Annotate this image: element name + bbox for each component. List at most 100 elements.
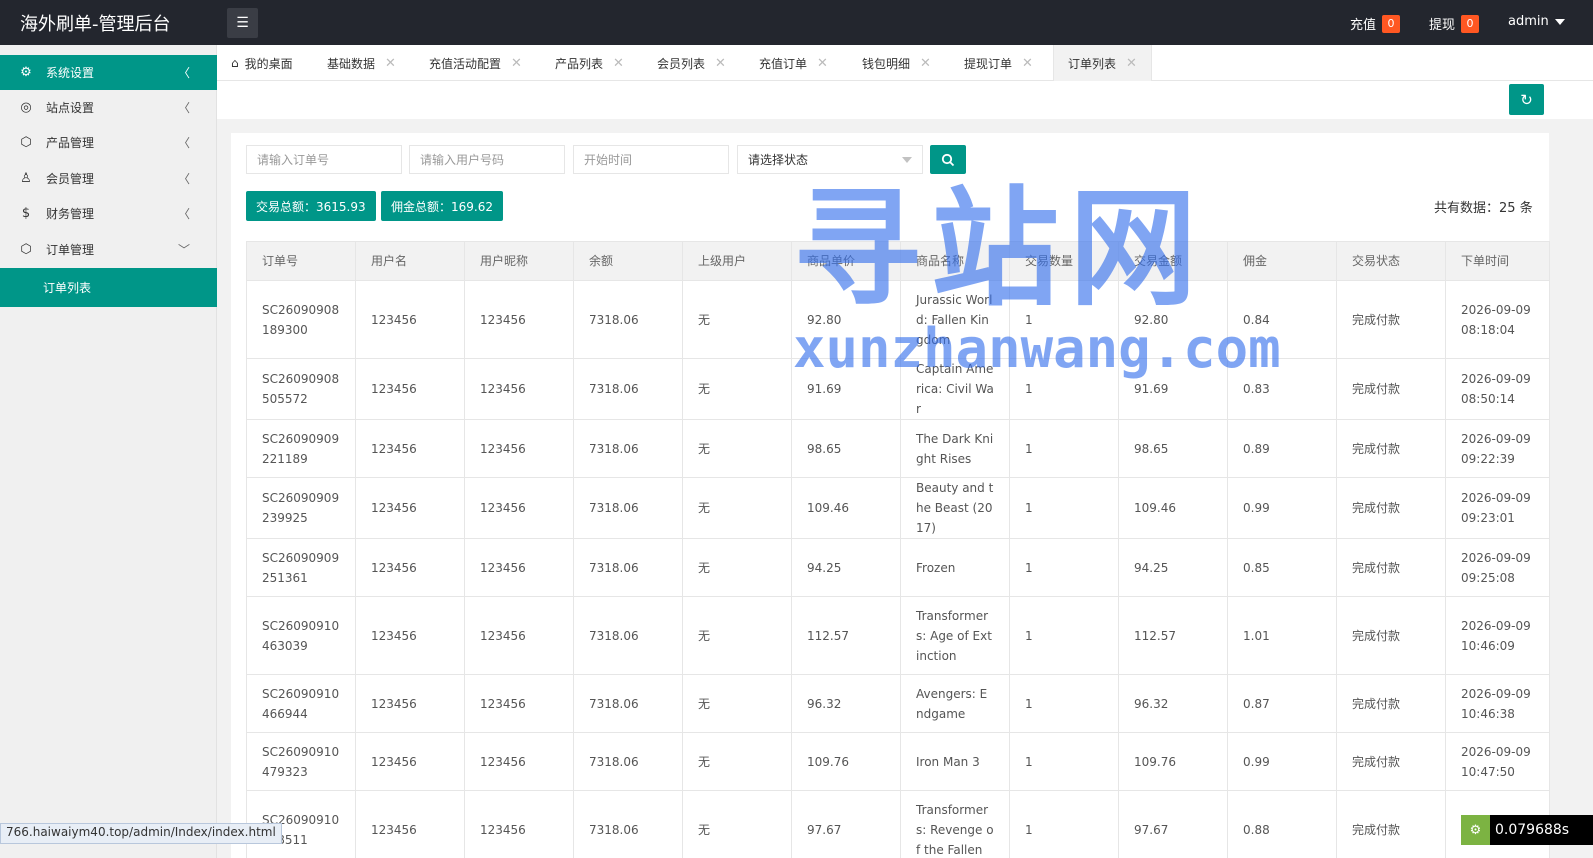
table-cell: 7318.06 [573,358,683,420]
hamburger-icon: ☰ [236,15,249,31]
close-icon[interactable]: ✕ [1022,56,1033,71]
table-row[interactable]: SC26090910463039 123456 123456 7318.06 无 112.… [246,596,1550,675]
table-cell: 无 [682,732,792,791]
close-icon[interactable]: ✕ [511,56,522,71]
table-cell: Jurassic World: Fallen Kingdom [900,280,1010,359]
table-cell: 96.32 [1118,674,1228,733]
tab-recharge-activity[interactable]: 充值活动配置 ✕ [429,45,522,81]
table-cell: 123456 [355,280,465,359]
close-icon[interactable]: ✕ [613,56,624,71]
table-cell: 97.67 [1118,790,1228,858]
table-row[interactable]: SC26090910488511 123456 123456 7318.06 无 97.6… [246,790,1550,858]
table-cell: SC26090909251361 [246,538,356,597]
table-cell: 1 [1009,419,1119,478]
table-row[interactable]: SC26090909221189 123456 123456 7318.06 无 98.6… [246,419,1550,478]
status-select[interactable]: 请选择状态 [737,145,923,174]
sidebar-item-product-management[interactable]: ⬡ 产品管理 〈 [0,125,217,160]
table-cell: 123456 [355,674,465,733]
column-header: 交易状态 [1336,241,1446,281]
tab-basic-data[interactable]: 基础数据 ✕ [327,45,396,81]
start-time-input[interactable]: 开始时间 [573,145,729,174]
user-menu[interactable]: admin [1508,14,1565,29]
phone-input[interactable]: 请输入用户号码 [409,145,565,174]
table-cell: 123456 [464,419,574,478]
tab-member-list[interactable]: 会员列表 ✕ [657,45,726,81]
tab-bar: ⌂ 我的桌面 基础数据 ✕ 充值活动配置 ✕ 产品列表 ✕ 会员列表 ✕ 充值订单 ✕ 钱… [217,45,1593,81]
close-icon[interactable]: ✕ [817,56,828,71]
table-row[interactable]: SC26090910479323 123456 123456 7318.06 无 109.… [246,732,1550,791]
search-icon [941,153,955,166]
sidebar-item-site-settings[interactable]: ◎ 站点设置 〈 [0,90,217,125]
table-cell: 91.69 [791,358,901,420]
sidebar-item-finance-management[interactable]: $ 财务管理 〈 [0,196,217,231]
sidebar-item-system-settings[interactable]: ⚙ 系统设置 〈 [0,55,217,90]
tab-order-list[interactable]: 订单列表 ✕ [1053,45,1152,81]
table-cell: 123456 [355,358,465,420]
close-icon[interactable]: ✕ [920,56,931,71]
table-cell: 1 [1009,358,1119,420]
table-cell: 1 [1009,280,1119,359]
table-row[interactable]: SC26090910466944 123456 123456 7318.06 无 96.3… [246,674,1550,733]
table-cell: 123456 [464,674,574,733]
table-cell: 91.69 [1118,358,1228,420]
search-button[interactable] [930,145,966,174]
recharge-notice[interactable]: 充值 0 [1350,14,1401,33]
column-header: 订单号 [246,241,356,281]
table-cell: 完成付款 [1336,790,1446,858]
trade-total-button[interactable]: 交易总额：3615.93 [246,191,376,221]
tab-desktop[interactable]: ⌂ 我的桌面 [231,45,293,81]
table-cell: 7318.06 [573,419,683,478]
withdraw-notice[interactable]: 提现 0 [1429,14,1480,33]
table-cell: 123456 [355,538,465,597]
tab-withdraw-orders[interactable]: 提现订单 ✕ [964,45,1033,81]
commission-total-button[interactable]: 佣金总额：169.62 [381,191,503,221]
table-cell: 123456 [355,732,465,791]
refresh-icon: ↻ [1520,90,1533,109]
menu-toggle-button[interactable]: ☰ [227,8,258,38]
table-cell: 1.01 [1227,596,1337,675]
table-cell: Transformers: Revenge of the Fallen [900,790,1010,858]
table-cell: 1 [1009,538,1119,597]
table-cell: 109.46 [791,477,901,539]
sidebar-item-order-management[interactable]: ⬡ 订单管理 ﹀ [0,232,217,267]
table-cell: Captain America: Civil War [900,358,1010,420]
refresh-button[interactable]: ↻ [1509,84,1544,115]
table-cell: 109.76 [1118,732,1228,791]
close-icon[interactable]: ✕ [1126,56,1137,71]
table-cell: 7318.06 [573,732,683,791]
table-cell: 无 [682,280,792,359]
column-header: 用户名 [355,241,465,281]
cube-icon: ⬡ [20,135,32,150]
dollar-icon: $ [21,206,31,221]
table-cell: 完成付款 [1336,358,1446,420]
table-cell: 2026-09-09 10:46:38 [1445,674,1550,733]
close-icon[interactable]: ✕ [715,56,726,71]
tab-product-list[interactable]: 产品列表 ✕ [555,45,624,81]
table-row[interactable]: SC26090909251361 123456 123456 7318.06 无 94.2… [246,538,1550,597]
table-cell: 0.83 [1227,358,1337,420]
withdraw-badge: 0 [1461,14,1480,33]
table-cell: 109.76 [791,732,901,791]
table-cell: 123456 [464,538,574,597]
sidebar-subitem-order-list[interactable]: 订单列表 [0,268,217,307]
close-icon[interactable]: ✕ [385,56,396,71]
table-cell: 0.87 [1227,674,1337,733]
table-cell: 1 [1009,596,1119,675]
table-cell: 123456 [355,790,465,858]
table-row[interactable]: SC26090908505572 123456 123456 7318.06 无 91.6… [246,358,1550,420]
table-row[interactable]: SC26090909239925 123456 123456 7318.06 无 109.… [246,477,1550,539]
table-cell: SC26090909239925 [246,477,356,539]
table-cell: 123456 [355,477,465,539]
table-cell: The Dark Knight Rises [900,419,1010,478]
sidebar-item-member-management[interactable]: ♙ 会员管理 〈 [0,161,217,196]
order-list-card: 请输入订单号 请输入用户号码 开始时间 请选择状态 交易总额：3615.93 佣… [231,133,1550,858]
table-row[interactable]: SC26090908189300 123456 123456 7318.06 无 92.8… [246,280,1550,359]
order-no-input[interactable]: 请输入订单号 [246,145,402,174]
column-header: 商品单价 [791,241,901,281]
table-cell: SC26090908505572 [246,358,356,420]
tab-recharge-orders[interactable]: 充值订单 ✕ [759,45,828,81]
total-count-value: 25 [1499,201,1516,216]
tab-wallet-details[interactable]: 钱包明细 ✕ [862,45,931,81]
gear-icon: ⚙ [20,65,32,80]
table-header-row: 订单号 用户名 用户昵称 余额 上级用户 商品单价 商品名称 交易数量 交易金额 佣金 交易状态 下单… [246,241,1550,281]
